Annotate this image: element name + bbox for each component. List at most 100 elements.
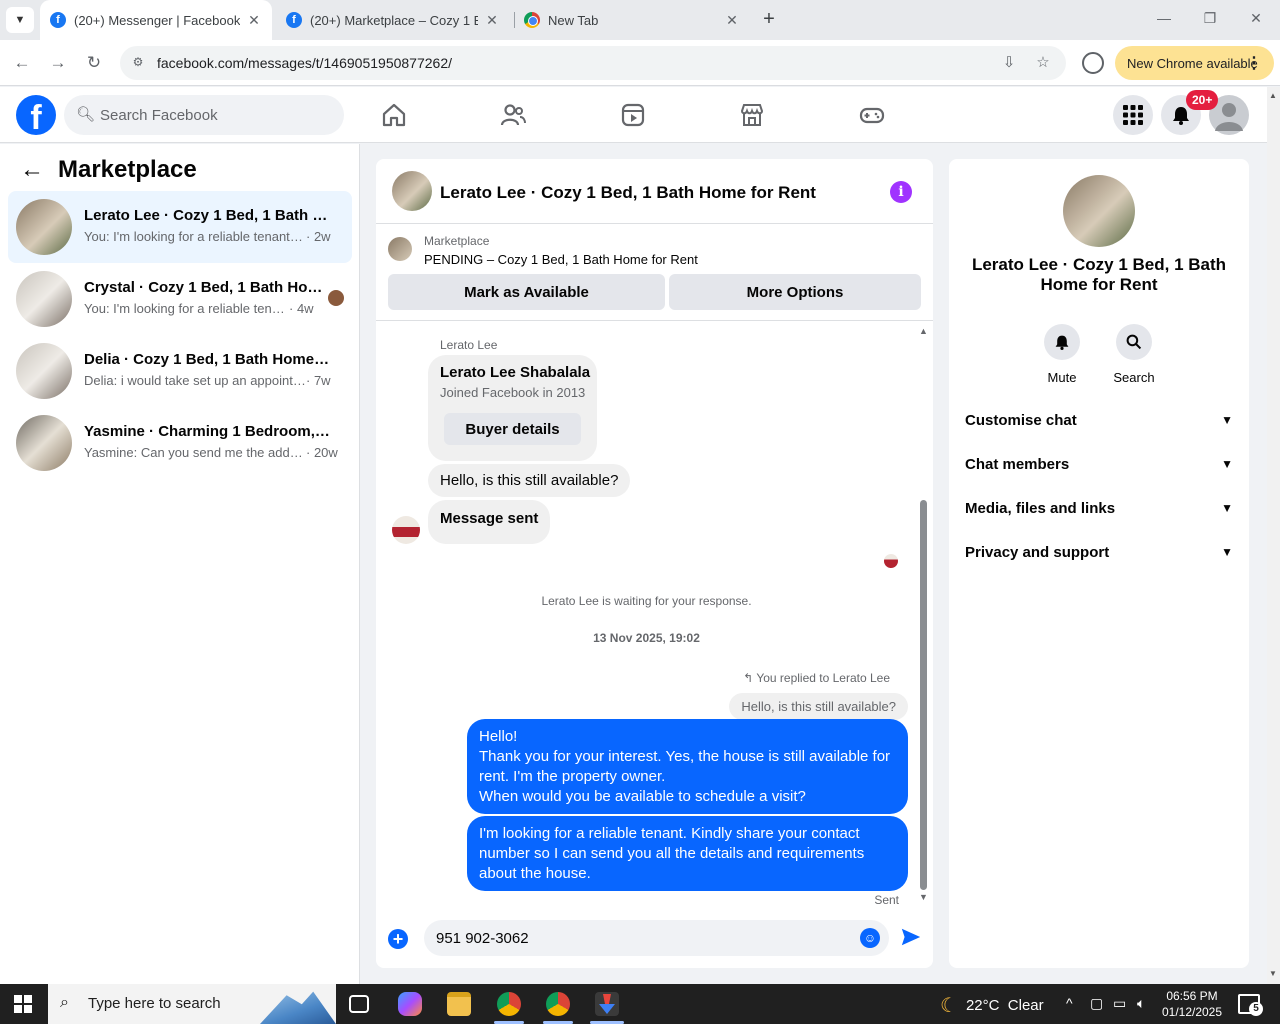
seen-avatar <box>884 554 898 568</box>
close-tab-icon[interactable]: ✕ <box>246 12 262 29</box>
facebook-favicon-icon: f <box>50 12 66 28</box>
tab-strip: ▼ f (20+) Messenger | Facebook ✕ f (20+)… <box>0 0 1280 40</box>
reply-arrow-icon: ↰ <box>743 671 757 685</box>
mark-available-button[interactable]: Mark as Available <box>388 274 665 310</box>
privacy-support-section[interactable]: Privacy and support ▼ <box>965 540 1233 564</box>
section-label: Privacy and support <box>965 543 1110 561</box>
mute-button[interactable]: Mute <box>1032 324 1092 385</box>
chat-scrollbar[interactable]: ▲ ▼ <box>917 326 929 902</box>
install-app-icon[interactable]: ⇩ <box>1000 54 1018 72</box>
conversation-item[interactable]: Yasmine · Charming 1 Bedroom, 1 Bath Yas… <box>8 407 352 479</box>
info-icon[interactable]: i <box>890 181 912 203</box>
close-tab-icon[interactable]: ✕ <box>724 12 740 29</box>
tab-title: (20+) Messenger | Facebook <box>74 12 240 28</box>
emoji-icon[interactable]: ☺ <box>860 928 880 948</box>
address-bar[interactable]: ⚙ facebook.com/messages/t/14690519508772… <box>120 46 1066 80</box>
chat-members-section[interactable]: Chat members ▼ <box>965 452 1233 476</box>
reload-icon[interactable]: ↻ <box>83 52 105 74</box>
volume-icon[interactable]: 🔈︎ <box>1137 995 1145 1012</box>
facebook-favicon-icon: f <box>286 12 302 28</box>
preview-time: · 20w <box>306 445 338 460</box>
conversation-item[interactable]: Lerato Lee · Cozy 1 Bed, 1 Bath Home for… <box>8 191 352 263</box>
listing-thumbnail <box>388 237 412 261</box>
listing-status[interactable]: PENDING – Cozy 1 Bed, 1 Bath Home for Re… <box>424 252 698 267</box>
customise-chat-section[interactable]: Customise chat ▼ <box>965 408 1233 432</box>
moon-icon: ☾ <box>940 995 958 1017</box>
scroll-down-icon[interactable]: ▼ <box>1269 969 1277 978</box>
facebook-logo-icon[interactable]: f <box>16 95 56 135</box>
scroll-down-icon[interactable]: ▼ <box>919 892 928 902</box>
home-icon[interactable] <box>380 101 408 129</box>
conversation-name: Lerato Lee · Cozy 1 Bed, 1 Bath Home for… <box>84 207 330 224</box>
chat-info-name: Lerato Lee · Cozy 1 Bed, 1 Bath Home for… <box>971 255 1227 294</box>
taskbar-search[interactable]: ⌕ Type here to search <box>48 984 336 1024</box>
page-scrollbar[interactable]: ▲ ▼ <box>1267 87 1280 984</box>
bookmark-star-icon[interactable]: ☆ <box>1034 54 1052 72</box>
site-info-icon[interactable]: ⚙ <box>130 55 146 71</box>
send-icon[interactable] <box>900 926 922 948</box>
meet-icon[interactable]: ▢ <box>1090 995 1103 1012</box>
network-icon[interactable]: ▭ <box>1113 995 1126 1012</box>
marketplace-icon[interactable] <box>738 101 766 129</box>
tab-search-button[interactable]: ▼ <box>6 7 34 33</box>
banner-label: Marketplace <box>424 234 490 248</box>
preview-time: · 7w <box>306 373 331 388</box>
search-icon: ⌕ <box>60 994 69 1011</box>
profile-icon[interactable] <box>1082 52 1104 74</box>
conversation-item[interactable]: Delia · Cozy 1 Bed, 1 Bath Home for Rent… <box>8 335 352 407</box>
search-button[interactable]: Search <box>1104 324 1164 385</box>
plus-icon[interactable]: + <box>388 929 408 949</box>
weather-widget[interactable]: ☾ 22°C Clear <box>940 993 1044 1018</box>
update-chrome-button[interactable]: New Chrome available ⋮ <box>1115 46 1274 80</box>
message-field[interactable] <box>424 920 889 956</box>
media-files-section[interactable]: Media, files and links ▼ <box>965 496 1233 520</box>
buyer-details-button[interactable]: Buyer details <box>444 413 581 445</box>
scroll-up-icon[interactable]: ▲ <box>919 326 928 336</box>
search-icon <box>1116 324 1152 360</box>
new-tab-button[interactable]: + <box>758 8 780 30</box>
notification-center-icon[interactable]: 5 <box>1238 994 1263 1016</box>
windows-start-icon[interactable] <box>14 995 32 1013</box>
chevron-up-icon[interactable]: ^ <box>1066 995 1073 1011</box>
video-icon[interactable] <box>619 101 647 129</box>
more-options-button[interactable]: More Options <box>669 274 921 310</box>
scroll-up-icon[interactable]: ▲ <box>1269 91 1277 100</box>
friends-icon[interactable] <box>499 101 527 129</box>
buyer-joined: Joined Facebook in 2013 <box>440 385 586 400</box>
close-tab-icon[interactable]: ✕ <box>484 12 500 29</box>
chrome-icon[interactable] <box>497 992 521 1016</box>
close-window-icon[interactable]: ✕ <box>1246 10 1266 27</box>
quoted-message[interactable]: Hello, is this still available? <box>729 693 908 720</box>
tab-marketplace[interactable]: f (20+) Marketplace – Cozy 1 Bed ✕ <box>276 0 510 40</box>
preview-text: Yasmine: Can you send me the address <box>84 445 306 460</box>
sender-label: Lerato Lee <box>440 338 498 352</box>
back-arrow-icon[interactable]: ← <box>20 156 44 184</box>
task-view-icon[interactable] <box>349 995 369 1013</box>
file-explorer-icon[interactable] <box>447 992 471 1016</box>
menu-grid-icon[interactable] <box>1113 95 1153 135</box>
sender-avatar[interactable] <box>392 516 420 544</box>
message-input[interactable] <box>436 920 846 956</box>
conversation-name: Delia · Cozy 1 Bed, 1 Bath Home for Rent <box>84 351 330 368</box>
tab-messenger[interactable]: f (20+) Messenger | Facebook ✕ <box>40 0 272 40</box>
restore-icon[interactable]: ❐ <box>1200 10 1220 27</box>
gaming-icon[interactable] <box>858 101 886 129</box>
chat-title[interactable]: Lerato Lee · Cozy 1 Bed, 1 Bath Home for… <box>440 183 816 203</box>
back-icon[interactable]: ← <box>11 52 33 74</box>
clock-time: 06:56 PM <box>1166 989 1218 1003</box>
section-label: Media, files and links <box>965 499 1116 517</box>
facebook-search-input[interactable] <box>100 95 330 135</box>
tab-new-tab[interactable]: New Tab ✕ <box>514 0 750 40</box>
forward-icon[interactable]: → <box>47 52 69 74</box>
conversation-item[interactable]: Crystal · Cozy 1 Bed, 1 Bath Home for Re… <box>8 263 352 335</box>
pinned-app-icon[interactable] <box>595 992 619 1016</box>
scrollbar-thumb[interactable] <box>920 500 927 890</box>
kebab-menu-icon[interactable]: ⋮ <box>1246 53 1262 73</box>
copilot-icon[interactable] <box>398 992 422 1016</box>
clock[interactable]: 06:56 PM 01/12/2025 <box>1160 988 1224 1020</box>
chrome-profile-icon[interactable] <box>546 992 570 1016</box>
search-highlight-art <box>260 991 336 1024</box>
minimize-icon[interactable]: — <box>1154 10 1174 26</box>
chat-avatar[interactable] <box>392 171 432 211</box>
facebook-search[interactable]: 🔍︎ <box>64 95 344 135</box>
